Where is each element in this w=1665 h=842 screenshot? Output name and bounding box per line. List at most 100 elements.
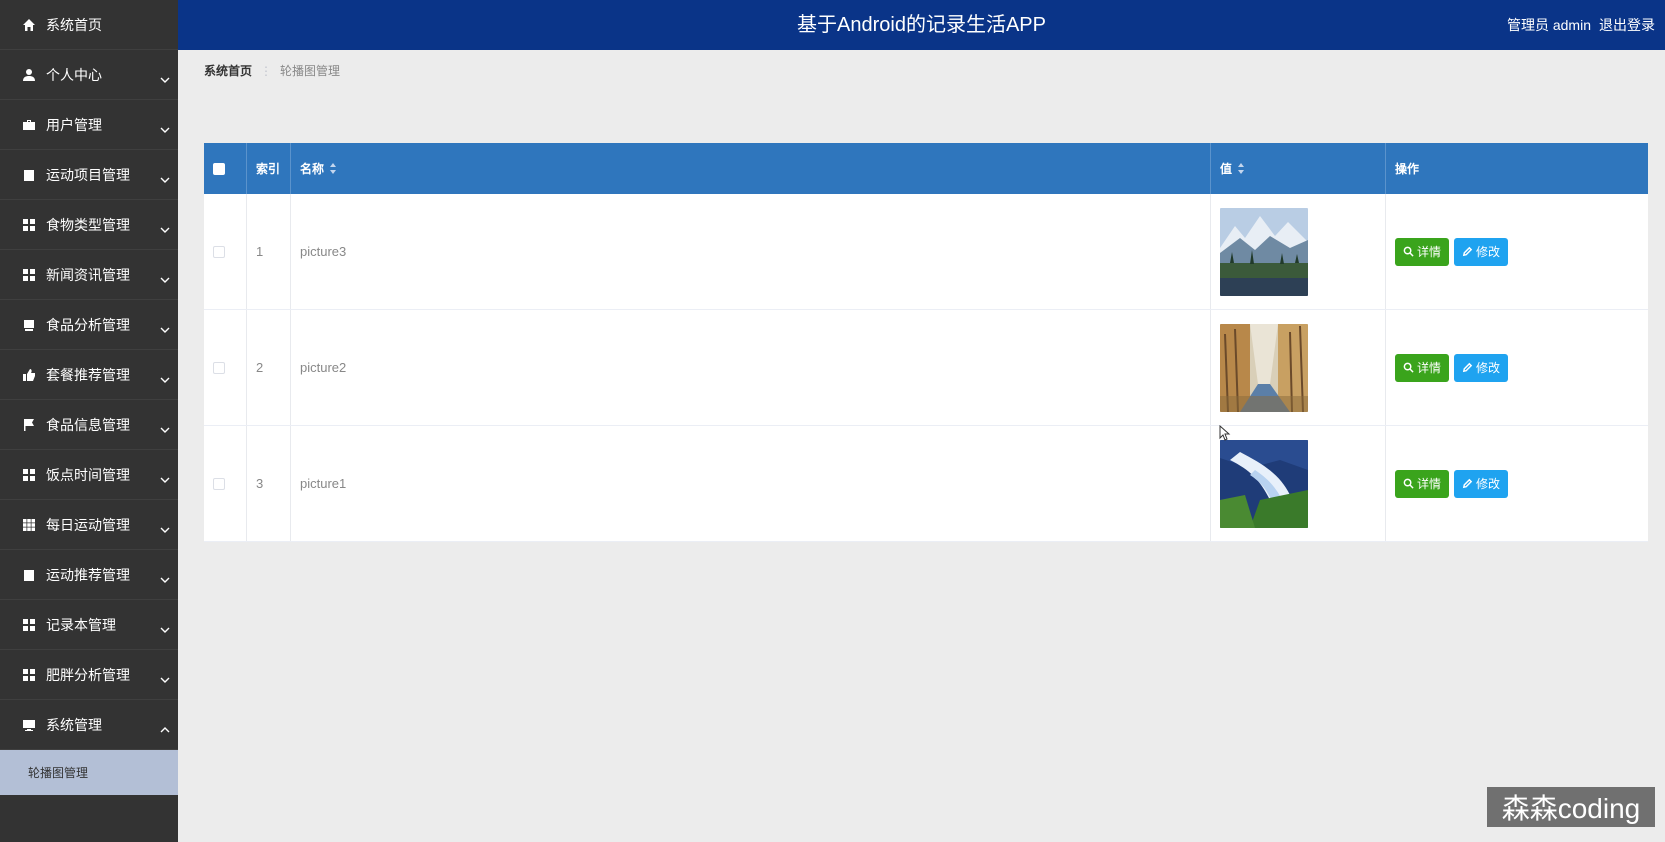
sort-icon[interactable] [330,163,337,174]
table-row: 2 picture2 详情 修改 [204,310,1648,426]
sidebar-item-home[interactable]: 系统首页 [0,0,178,50]
grid-icon [22,468,36,482]
home-icon [22,18,36,32]
row-value [1211,426,1386,541]
sidebar-item-daily-sport-management[interactable]: 每日运动管理 [0,500,178,550]
row-actions: 详情 修改 [1386,310,1648,425]
sidebar-subitem-carousel-management[interactable]: 轮播图管理 [0,750,178,795]
header-index: 索引 [247,143,291,194]
search-icon [1403,478,1414,489]
sidebar-item-label: 系统首页 [46,16,102,33]
sidebar-item-personal-center[interactable]: 个人中心 [0,50,178,100]
sidebar-item-label: 新闻资讯管理 [46,266,130,283]
row-value [1211,310,1386,425]
sidebar-item-package-recommend-management[interactable]: 套餐推荐管理 [0,350,178,400]
mountain-lake-image[interactable] [1220,207,1308,296]
sidebar-item-label: 运动推荐管理 [46,566,130,583]
chevron-down-icon [160,671,170,683]
search-icon [1403,362,1414,373]
chevron-down-icon [160,321,170,333]
sidebar-item-sport-project-management[interactable]: 运动项目管理 [0,150,178,200]
header-value[interactable]: 值 [1211,143,1386,194]
sidebar-item-label: 记录本管理 [46,616,116,633]
sidebar-item-meal-time-management[interactable]: 饭点时间管理 [0,450,178,500]
sidebar-item-label: 用户管理 [46,116,102,133]
row-name: picture3 [291,194,1211,309]
sidebar: 系统首页 个人中心 用户管理 运动项目管理 食物类型管理 新闻资讯管理 食品分析… [0,0,178,842]
edit-button[interactable]: 修改 [1454,469,1509,498]
header-name[interactable]: 名称 [291,143,1211,194]
sidebar-item-food-info-management[interactable]: 食品信息管理 [0,400,178,450]
sidebar-item-sport-recommend-management[interactable]: 运动推荐管理 [0,550,178,600]
mouse-cursor-icon [1219,425,1231,441]
user-label: 管理员 admin [1506,17,1591,33]
watermark: 森森coding [1487,787,1655,827]
row-name: picture2 [291,310,1211,425]
chevron-down-icon [160,221,170,233]
row-index: 1 [247,194,291,309]
monitor-icon [22,718,36,732]
chevron-down-icon [160,471,170,483]
row-index: 3 [247,426,291,541]
sidebar-item-user-management[interactable]: 用户管理 [0,100,178,150]
sidebar-item-label: 食品分析管理 [46,316,130,333]
table-header: 索引 名称 值 操作 [204,143,1648,194]
row-checkbox[interactable] [213,361,225,374]
row-checkbox[interactable] [213,477,225,490]
app-title: 基于Android的记录生活APP [797,14,1046,36]
detail-button[interactable]: 详情 [1395,353,1450,382]
breadcrumb-separator: ⋮ [260,63,273,78]
sidebar-item-label: 食品信息管理 [46,416,130,433]
sidebar-item-label: 每日运动管理 [46,516,130,533]
chevron-down-icon [160,521,170,533]
logout-link[interactable]: 退出登录 [1599,0,1655,50]
chevron-up-icon [160,721,170,732]
sidebar-item-label: 饭点时间管理 [46,466,130,483]
header-name-label: 名称 [300,162,325,176]
sidebar-item-food-analysis-management[interactable]: 食品分析管理 [0,300,178,350]
row-actions: 详情 修改 [1386,426,1648,541]
search-icon [1403,246,1414,257]
sidebar-item-label: 套餐推荐管理 [46,366,130,383]
top-header: 基于Android的记录生活APP 管理员 admin 退出登录 [178,0,1665,50]
grid-icon [22,268,36,282]
grid-icon [22,668,36,682]
grid-icon [22,618,36,632]
detail-button-label: 详情 [1417,477,1442,491]
chevron-down-icon [160,571,170,583]
chevron-down-icon [160,71,170,83]
sidebar-item-food-type-management[interactable]: 食物类型管理 [0,200,178,250]
chevron-down-icon [160,171,170,183]
header-index-label: 索引 [256,162,281,176]
row-checkbox-cell [204,310,247,425]
pencil-icon [1462,362,1473,373]
row-checkbox[interactable] [213,245,225,258]
edit-button[interactable]: 修改 [1454,353,1509,382]
sidebar-item-news-management[interactable]: 新闻资讯管理 [0,250,178,300]
chevron-down-icon [160,121,170,133]
clipboard-icon [22,568,36,582]
sidebar-item-label: 系统管理 [46,716,102,733]
detail-button[interactable]: 详情 [1395,237,1450,266]
detail-button-label: 详情 [1417,361,1442,375]
chevron-down-icon [160,271,170,283]
clipboard-icon [22,168,36,182]
breadcrumb-current: 轮播图管理 [280,64,341,78]
autumn-forest-image[interactable] [1220,323,1308,412]
sort-icon[interactable] [1238,163,1245,174]
person-icon [22,68,36,82]
sidebar-item-system-management[interactable]: 系统管理 [0,700,178,750]
sidebar-item-obesity-analysis-management[interactable]: 肥胖分析管理 [0,650,178,700]
detail-button[interactable]: 详情 [1395,469,1450,498]
row-index: 2 [247,310,291,425]
user-area: 管理员 admin 退出登录 [1507,0,1655,50]
chevron-down-icon [160,371,170,383]
edit-button-label: 修改 [1476,477,1501,491]
waterfall-image[interactable] [1220,439,1308,528]
sidebar-item-notebook-management[interactable]: 记录本管理 [0,600,178,650]
sidebar-item-label: 肥胖分析管理 [46,666,130,683]
breadcrumb-home[interactable]: 系统首页 [204,62,252,79]
chevron-down-icon [160,621,170,633]
select-all-checkbox[interactable] [213,162,225,175]
edit-button[interactable]: 修改 [1454,237,1509,266]
